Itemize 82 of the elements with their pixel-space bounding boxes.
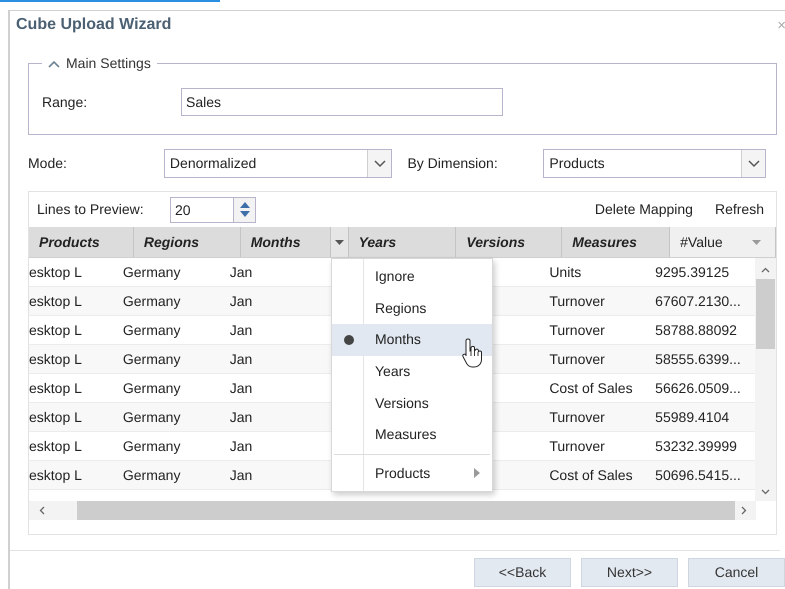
dropdown-icon [741, 150, 765, 177]
collapse-icon[interactable] [48, 60, 60, 68]
scroll-right-icon[interactable] [741, 506, 747, 515]
vertical-scrollbar[interactable] [755, 258, 776, 501]
table-cell-text: Jan [228, 378, 254, 398]
table-cell-text: 67607.2130... [654, 292, 742, 310]
table-cell-text: Units [548, 262, 582, 282]
table-cell-text: Jan [228, 466, 254, 484]
table-cell-text: esktop L [29, 378, 83, 398]
caret-icon [334, 240, 344, 244]
table-cell-text: esktop L [29, 436, 83, 456]
lines-field[interactable]: 20 [170, 196, 234, 222]
menu-item[interactable]: Products [332, 458, 492, 490]
table-cell-text: Germany [122, 466, 182, 485]
field-label: Lines to Preview: [37, 200, 145, 219]
table-cell-text: 50696.5415... [654, 466, 742, 484]
table-cell-text: Germany [122, 262, 182, 282]
menu-item[interactable]: Ignore [332, 261, 492, 293]
table-cell-text: Jan [228, 292, 254, 310]
toolbar-link[interactable]: Delete Mapping [594, 199, 693, 220]
table-cell-text: 9295.39125 [654, 262, 730, 282]
table-cell-text: 58555.6399... [654, 350, 742, 368]
table-cell-text: Jan [228, 350, 254, 368]
table-cell-text: Germany [122, 378, 182, 398]
table-cell-text: Jan [228, 262, 254, 282]
column-menu-button[interactable] [330, 227, 349, 257]
column-header[interactable]: Regions [134, 227, 241, 257]
scroll-left-icon[interactable] [39, 506, 45, 515]
menu-item[interactable]: Regions [332, 292, 492, 324]
table-cell-text: esktop L [29, 292, 83, 311]
field-label: Range: [42, 92, 88, 112]
toolbar-link[interactable]: Refresh [714, 199, 764, 220]
table-cell-text: Turnover [548, 408, 606, 426]
table-cell-text: esktop L [29, 320, 83, 340]
table-cell-text: Turnover [548, 292, 606, 310]
table-cell-text: Turnover [548, 436, 606, 456]
dimension-dropdown[interactable]: Products [543, 149, 766, 178]
table-cell-text: 58788.88092 [654, 320, 738, 340]
table-cell-text: Jan [228, 408, 254, 426]
hand-cursor-icon [461, 337, 485, 369]
menu-item[interactable]: Measures [332, 418, 492, 451]
table-cell-text: Jan [228, 320, 254, 340]
table-cell-text: esktop L [29, 262, 83, 282]
column-header[interactable]: Products [29, 227, 134, 257]
table-cell-text: Cost of Sales [548, 466, 634, 484]
table-cell-text: Germany [122, 408, 182, 427]
scroll-down-icon[interactable] [761, 489, 770, 495]
table-cell-text: Cost of Sales [548, 378, 634, 398]
table-cell-text: Turnover [548, 320, 606, 340]
wizard-button[interactable]: <<Back [474, 558, 571, 587]
scroll-thumb[interactable] [756, 279, 776, 349]
menu-item[interactable]: Years [332, 356, 492, 388]
wizard-button[interactable]: Next>> [581, 558, 678, 587]
menu-item[interactable]: Versions [332, 387, 492, 419]
field-label: By Dimension: [407, 154, 499, 173]
submenu-arrow-icon [474, 468, 480, 478]
table-cell-text: 55989.4104 [654, 408, 730, 426]
table-cell-text: 53232.39999 [654, 436, 738, 456]
scroll-up-icon[interactable] [761, 267, 770, 273]
table-cell-text: esktop L [29, 350, 83, 369]
menu-item[interactable]: Months [332, 324, 492, 356]
table-cell-text: Germany [122, 350, 182, 369]
table-cell-text: Germany [122, 436, 182, 456]
table-cell-text: esktop L [29, 408, 83, 427]
table-cell-text: Germany [122, 292, 182, 311]
spin-arrows-icon[interactable] [234, 196, 256, 222]
group-title: Main Settings [66, 54, 151, 73]
dropdown-icon [367, 150, 392, 177]
column-header[interactable]: Versions [456, 227, 562, 257]
mode-dropdown[interactable]: Denormalized [164, 149, 392, 178]
window-title: Cube Upload Wizard [16, 15, 172, 35]
field-label: Mode: [28, 154, 68, 173]
table-cell-text: 56626.0509... [654, 378, 742, 398]
table-cell-text: Turnover [548, 350, 606, 368]
sort-arrow-icon [752, 240, 762, 244]
table-cell-text: Jan [228, 436, 254, 456]
column-header[interactable]: #Value [670, 227, 776, 257]
range-field[interactable]: Sales [181, 88, 503, 116]
column-header[interactable]: Years [348, 227, 456, 257]
table-cell-text: Germany [122, 320, 182, 340]
wizard-button[interactable]: Cancel [688, 558, 785, 587]
table-cell-text: esktop L [29, 466, 83, 485]
